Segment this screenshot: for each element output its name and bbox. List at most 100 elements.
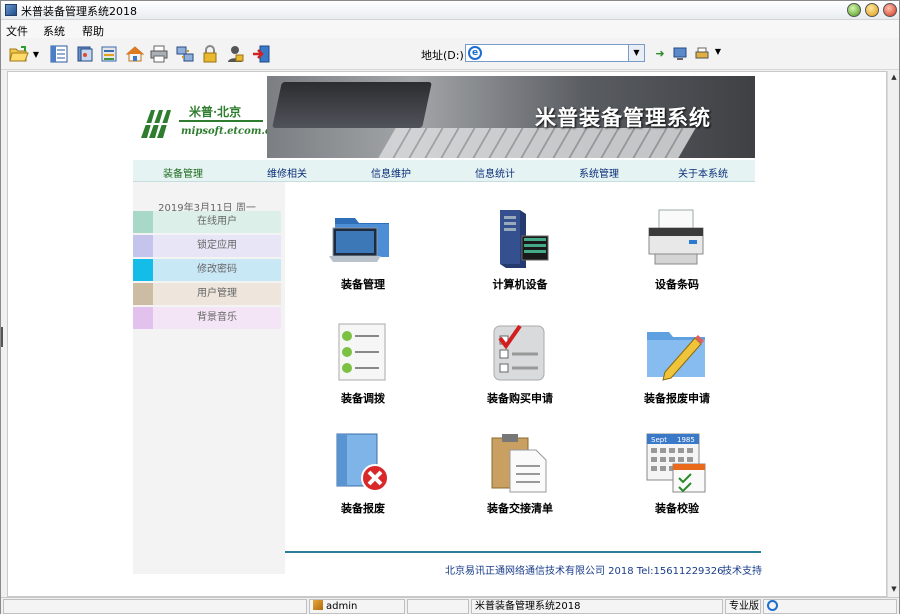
- minimize-button[interactable]: [847, 3, 861, 17]
- monitor-icon[interactable]: [673, 47, 687, 61]
- user-lock-icon[interactable]: [225, 44, 245, 64]
- module-computer-equipment[interactable]: 计算机设备: [442, 192, 598, 302]
- sidebar-item-online-users[interactable]: 在线用户: [133, 211, 281, 233]
- sidebar-item-label: 修改密码: [197, 264, 237, 275]
- footer-divider: [285, 551, 761, 553]
- module-equipment-scrap-request[interactable]: 装备报废申请: [599, 306, 755, 416]
- splitter-handle[interactable]: [1, 327, 5, 347]
- footer-company: 北京易讯正通网络通信技术有限公司 2018 Tel:15611229326: [445, 566, 724, 577]
- status-user-name: admin: [326, 601, 358, 612]
- status-blank: [407, 599, 469, 614]
- module-label: 装备交接清单: [487, 502, 553, 515]
- exit-icon[interactable]: [251, 44, 271, 64]
- sidebar-footer-blank: [153, 575, 277, 596]
- home-icon[interactable]: [125, 44, 145, 64]
- calendar-year: 1985: [677, 436, 695, 444]
- module-device-barcode[interactable]: 设备条码: [599, 192, 755, 302]
- book-icon[interactable]: [75, 44, 95, 64]
- footer-support-link[interactable]: 技术支持: [722, 562, 762, 577]
- menu-bar: 文件 系统 帮助: [1, 20, 899, 38]
- sidebar-item-lock-app[interactable]: 锁定应用: [133, 235, 281, 257]
- sidebar-item-label: 在线用户: [197, 216, 237, 227]
- checkbox-form-icon: [493, 324, 545, 381]
- user-icon: [313, 600, 323, 610]
- folder-tree-icon[interactable]: [99, 44, 119, 64]
- module-equipment-scrap[interactable]: 装备报废: [285, 416, 441, 526]
- status-ie-zone: [763, 599, 897, 614]
- sidebar-item-label: 用户管理: [197, 288, 237, 299]
- sidebar-swatch: [133, 235, 153, 257]
- module-equipment-handover-list[interactable]: 装备交接清单: [442, 416, 598, 526]
- nav-about[interactable]: 关于本系统: [653, 165, 753, 180]
- app-icon: [5, 4, 17, 16]
- module-label: 装备购买申请: [487, 392, 553, 405]
- menu-help[interactable]: 帮助: [82, 23, 104, 39]
- network-icon[interactable]: [175, 44, 195, 64]
- banner-image: 米普装备管理系统: [267, 76, 755, 158]
- nav-info-maintenance[interactable]: 信息维护: [341, 165, 441, 180]
- status-edition: 专业版: [725, 599, 761, 614]
- logo: 米普·北京 mipsoft.etcom.cn: [133, 76, 278, 158]
- module-label: 装备报废: [341, 502, 385, 515]
- banner-title: 米普装备管理系统: [535, 106, 711, 130]
- module-equipment-purchase-request[interactable]: 装备购买申请: [442, 306, 598, 416]
- sidebar-swatch: [133, 307, 153, 329]
- nav-maintenance[interactable]: 维修相关: [237, 165, 337, 180]
- close-button[interactable]: [883, 3, 897, 17]
- scroll-down-icon[interactable]: ▼: [889, 585, 899, 593]
- address-input[interactable]: e ▼: [465, 44, 645, 62]
- ie-icon: [767, 600, 778, 611]
- module-label: 装备管理: [341, 278, 385, 291]
- module-label: 装备报废申请: [644, 392, 710, 405]
- title-bar: 米普装备管理系统2018: [1, 1, 899, 20]
- go-icon[interactable]: ➜: [653, 47, 667, 61]
- calendar-month: Sept: [651, 436, 667, 444]
- open-folder-icon[interactable]: [9, 44, 29, 64]
- server-icon: [500, 210, 549, 268]
- menu-system[interactable]: 系统: [43, 23, 65, 39]
- chevron-down-icon[interactable]: ▼: [711, 47, 725, 61]
- menu-file[interactable]: 文件: [6, 23, 28, 39]
- lock-icon[interactable]: [200, 44, 220, 64]
- banner: 米普·北京 mipsoft.etcom.cn 米普装备管理系统: [133, 76, 755, 158]
- app-window: 米普装备管理系统2018 文件 系统 帮助 ▼ 地址(D:) e ▼ ➜ ▼ 米…: [0, 0, 900, 614]
- module-equipment-management[interactable]: 装备管理: [285, 192, 441, 302]
- nav-system-management[interactable]: 系统管理: [549, 165, 649, 180]
- ie-icon: e: [468, 46, 482, 60]
- logo-text-en: mipsoft.etcom.cn: [181, 126, 279, 137]
- sidebar-item-label: 锁定应用: [197, 240, 237, 251]
- maximize-button[interactable]: [865, 3, 879, 17]
- checklist-icon: [338, 323, 386, 381]
- logo-divider: [179, 120, 263, 122]
- scroll-up-icon[interactable]: ▲: [889, 73, 899, 81]
- nav-equipment-management[interactable]: 装备管理: [133, 165, 233, 180]
- toolbar: ▼ 地址(D:) e ▼ ➜ ▼: [1, 38, 899, 70]
- sidebar-item-user-management[interactable]: 用户管理: [133, 283, 281, 305]
- print-preview-icon[interactable]: [695, 47, 709, 61]
- module-equipment-transfer[interactable]: 装备调拨: [285, 306, 441, 416]
- sidebar-item-background-music[interactable]: 背景音乐: [133, 307, 281, 329]
- address-label: 地址(D:): [421, 49, 464, 62]
- sidebar-item-change-password[interactable]: 修改密码: [133, 259, 281, 281]
- list-view-icon[interactable]: [49, 44, 69, 64]
- vertical-scrollbar[interactable]: ▲ ▼: [887, 71, 899, 597]
- module-label: 计算机设备: [492, 278, 548, 291]
- module-grid: 装备管理 计算机设备 设备条码 装备调拨 装备购买申请 装备报废申请 装备报废 …: [285, 182, 755, 542]
- status-user: admin: [309, 599, 405, 614]
- module-label: 设备条码: [655, 278, 699, 291]
- window-title: 米普装备管理系统2018: [21, 5, 137, 18]
- address-dropdown-button[interactable]: ▼: [628, 45, 644, 61]
- chevron-down-icon[interactable]: ▼: [31, 44, 41, 64]
- sidebar: 2019年3月11日 周一 在线用户 锁定应用 修改密码 用户管理 背景音乐: [133, 182, 285, 596]
- nav-info-statistics[interactable]: 信息统计: [445, 165, 545, 180]
- laptop-folder-icon: [329, 218, 389, 262]
- printer-icon: [648, 209, 704, 265]
- calendar-icon: Sept 1985: [646, 433, 706, 493]
- delete-document-icon: [336, 433, 389, 492]
- laptop-graphic: [272, 82, 432, 128]
- print-icon[interactable]: [149, 44, 169, 64]
- module-equipment-calibration[interactable]: Sept 1985 装备校验: [599, 416, 755, 526]
- folder-pencil-icon: [647, 332, 705, 381]
- module-label: 装备调拨: [341, 392, 385, 405]
- keyboard-graphic: [378, 128, 696, 158]
